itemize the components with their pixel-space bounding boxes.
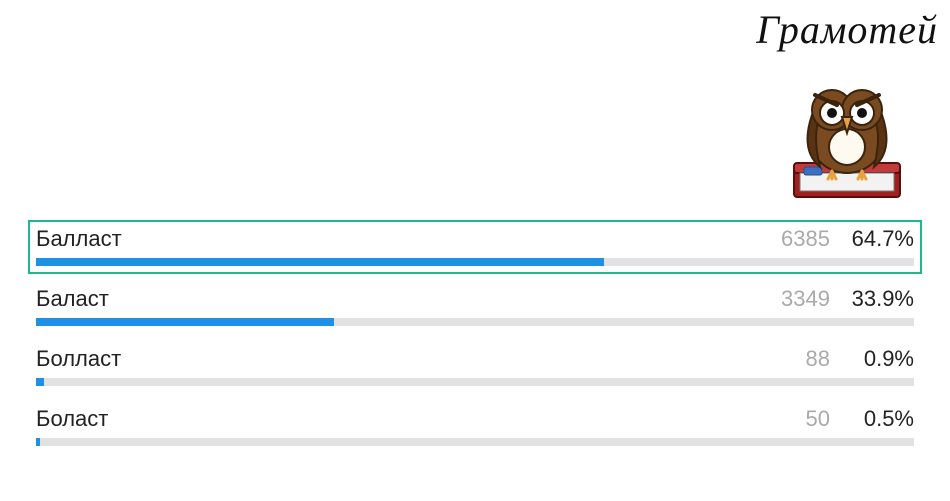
owl-on-book-icon bbox=[756, 55, 938, 205]
progress-fill bbox=[36, 318, 334, 326]
answer-row[interactable]: Болласт88 0.9% bbox=[28, 340, 922, 394]
answer-row[interactable]: Баласт3349 33.9% bbox=[28, 280, 922, 334]
answer-label: Боласт bbox=[36, 406, 760, 432]
progress-track bbox=[36, 258, 914, 266]
progress-track bbox=[36, 318, 914, 326]
progress-fill bbox=[36, 438, 40, 446]
progress-track bbox=[36, 438, 914, 446]
progress-track bbox=[36, 378, 914, 386]
answer-label: Балласт bbox=[36, 226, 760, 252]
answer-row-header: Баласт3349 33.9% bbox=[36, 286, 914, 312]
brand-title: Грамотей bbox=[756, 6, 938, 53]
brand-block: Грамотей bbox=[756, 6, 938, 205]
progress-fill bbox=[36, 258, 604, 266]
answer-percent: 33.9% bbox=[842, 286, 914, 312]
answer-row-header: Боласт50 0.5% bbox=[36, 406, 914, 432]
answer-row-header: Болласт88 0.9% bbox=[36, 346, 914, 372]
answer-label: Болласт bbox=[36, 346, 760, 372]
answer-percent: 64.7% bbox=[842, 226, 914, 252]
answer-row[interactable]: Боласт50 0.5% bbox=[28, 400, 922, 454]
answer-count: 6385 bbox=[760, 226, 830, 252]
answer-count: 3349 bbox=[760, 286, 830, 312]
answer-label: Баласт bbox=[36, 286, 760, 312]
answer-percent: 0.9% bbox=[842, 346, 914, 372]
answer-percent: 0.5% bbox=[842, 406, 914, 432]
poll-results: Балласт6385 64.7% Баласт3349 33.9% Болласт88… bbox=[28, 220, 922, 460]
answer-row-header: Балласт6385 64.7% bbox=[36, 226, 914, 252]
answer-count: 50 bbox=[760, 406, 830, 432]
answer-row[interactable]: Балласт6385 64.7% bbox=[28, 220, 922, 274]
progress-fill bbox=[36, 378, 44, 386]
answer-count: 88 bbox=[760, 346, 830, 372]
